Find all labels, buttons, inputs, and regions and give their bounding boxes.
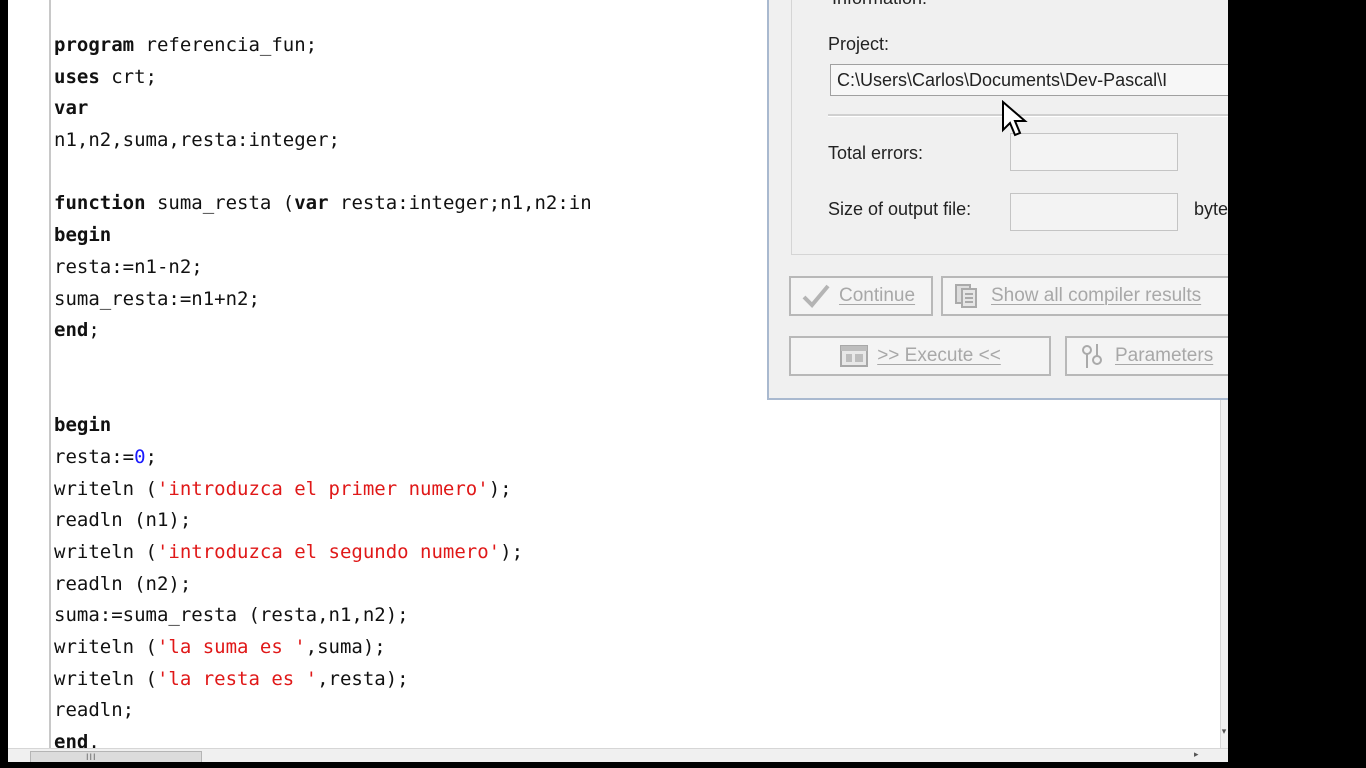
code-text[interactable]: program referencia_fun; uses crt; var n1,n2…	[54, 30, 592, 748]
code-token: n1,n2,suma,resta:integer;	[54, 129, 340, 152]
bytes-label: bytes	[1194, 199, 1228, 219]
code-token: begin	[54, 414, 112, 437]
code-line[interactable]	[54, 347, 592, 379]
code-line[interactable]: readln (n1);	[54, 505, 592, 537]
output-size-field	[1010, 193, 1178, 231]
continue-button[interactable]: Continue	[789, 276, 933, 316]
code-token: ;	[88, 319, 100, 342]
code-token: ,resta);	[317, 667, 409, 690]
scroll-grip-icon: III	[86, 752, 97, 762]
checkmark-icon	[801, 282, 831, 310]
documents-icon	[953, 282, 983, 310]
code-line[interactable]: writeln ('la suma es ',suma);	[54, 632, 592, 664]
code-token: crt;	[99, 65, 157, 88]
show-all-compiler-results-button[interactable]: Show all compiler results	[941, 276, 1228, 316]
code-line[interactable]: n1,n2,suma,resta:integer;	[54, 125, 592, 157]
code-token: writeln (	[54, 636, 157, 659]
code-line[interactable]: end.	[54, 727, 592, 748]
code-line[interactable]: program referencia_fun;	[54, 30, 592, 62]
code-token: resta:=n1-n2;	[54, 255, 203, 278]
code-line[interactable]: begin	[54, 410, 592, 442]
execute-button[interactable]: >> Execute <<	[789, 336, 1051, 376]
code-token: suma_resta (	[145, 192, 295, 215]
gutter-divider	[49, 0, 51, 748]
project-path-field[interactable]: C:\Users\Carlos\Documents\Dev-Pascal\I	[830, 64, 1228, 96]
output-size-label: Size of output file:	[828, 199, 972, 219]
code-token: end	[54, 731, 89, 748]
execute-button-label: >> Execute <<	[877, 345, 1001, 366]
code-token: resta:integer;n1,n2:in	[328, 192, 592, 215]
show-all-compiler-results-label: Show all compiler results	[991, 285, 1202, 306]
parameters-button-label: Parameters	[1115, 345, 1214, 366]
code-line[interactable]: readln (n2);	[54, 569, 592, 601]
code-line[interactable]: var	[54, 93, 592, 125]
code-token: var	[294, 192, 329, 215]
code-token: 'introduzca el primer numero'	[156, 477, 489, 500]
code-token: );	[488, 477, 512, 500]
information-group-title: Information:	[828, 0, 932, 9]
code-token: );	[500, 541, 524, 563]
code-token: 'introduzca el segundo numero'	[156, 541, 501, 563]
horizontal-scrollbar[interactable]: III ▸	[8, 748, 1228, 763]
code-line[interactable]	[54, 379, 592, 411]
code-token: end	[54, 319, 89, 342]
code-token: var	[54, 97, 89, 120]
code-line[interactable]: suma:=suma_resta (resta,n1,n2);	[54, 600, 592, 632]
scroll-down-arrow-icon[interactable]: ▾	[1220, 724, 1228, 738]
code-line[interactable]: resta:=n1-n2;	[54, 252, 592, 284]
continue-button-label: Continue	[839, 285, 916, 306]
code-token: 0	[134, 445, 146, 468]
code-token: ,suma);	[305, 636, 386, 659]
bottom-black-border	[0, 762, 1228, 768]
code-token: function	[54, 192, 146, 215]
code-token: program	[54, 34, 135, 56]
code-line[interactable]: resta:=0;	[54, 442, 592, 474]
project-label: Project:	[828, 34, 890, 54]
mouse-pointer-icon	[1002, 100, 1028, 137]
code-token: suma_resta:=n1+n2;	[54, 287, 260, 310]
code-token: .	[88, 731, 100, 748]
code-token: begin	[54, 224, 112, 247]
code-token: referencia_fun;	[134, 34, 318, 56]
code-token: 'la suma es '	[156, 636, 306, 659]
code-line[interactable]: writeln ('introduzca el segundo numero')…	[54, 537, 592, 569]
parameters-icon	[1077, 342, 1107, 370]
parameters-button[interactable]: Parameters	[1065, 336, 1228, 376]
code-token: uses	[54, 65, 100, 88]
total-errors-label: Total errors:	[828, 143, 924, 163]
total-errors-field	[1010, 133, 1178, 171]
code-token: resta:=	[54, 445, 135, 468]
editor-gutter	[8, 0, 49, 748]
compile-progress-dialog: Information: Project: C:\Users\Carlos\Do…	[767, 0, 1228, 400]
code-line[interactable]	[54, 157, 592, 189]
code-line[interactable]: end;	[54, 315, 592, 347]
code-line[interactable]: writeln ('introduzca el primer numero');	[54, 474, 592, 506]
scroll-right-arrow-icon[interactable]: ▸	[1194, 749, 1199, 760]
code-line[interactable]: function suma_resta (var resta:integer;n…	[54, 188, 592, 220]
vertical-scrollbar[interactable]	[1220, 395, 1228, 748]
code-token: writeln (	[54, 667, 157, 690]
code-line[interactable]: readln;	[54, 695, 592, 727]
code-token: ;	[145, 445, 157, 468]
code-line[interactable]: begin	[54, 220, 592, 252]
code-token: 'la resta es '	[156, 667, 318, 690]
code-token: writeln (	[54, 541, 157, 563]
code-token: writeln (	[54, 477, 157, 500]
code-line[interactable]: uses crt;	[54, 62, 592, 94]
screen: program referencia_fun; uses crt; var n1,n2…	[0, 0, 1228, 768]
code-token: readln;	[54, 699, 135, 722]
run-window-icon	[839, 342, 869, 370]
code-line[interactable]: writeln ('la resta es ',resta);	[54, 664, 592, 696]
left-black-border	[0, 0, 8, 768]
code-line[interactable]: suma_resta:=n1+n2;	[54, 284, 592, 316]
code-token: suma:=suma_resta (resta,n1,n2);	[54, 604, 409, 627]
code-token: readln (n1);	[54, 509, 192, 532]
code-token: readln (n2);	[54, 572, 192, 595]
